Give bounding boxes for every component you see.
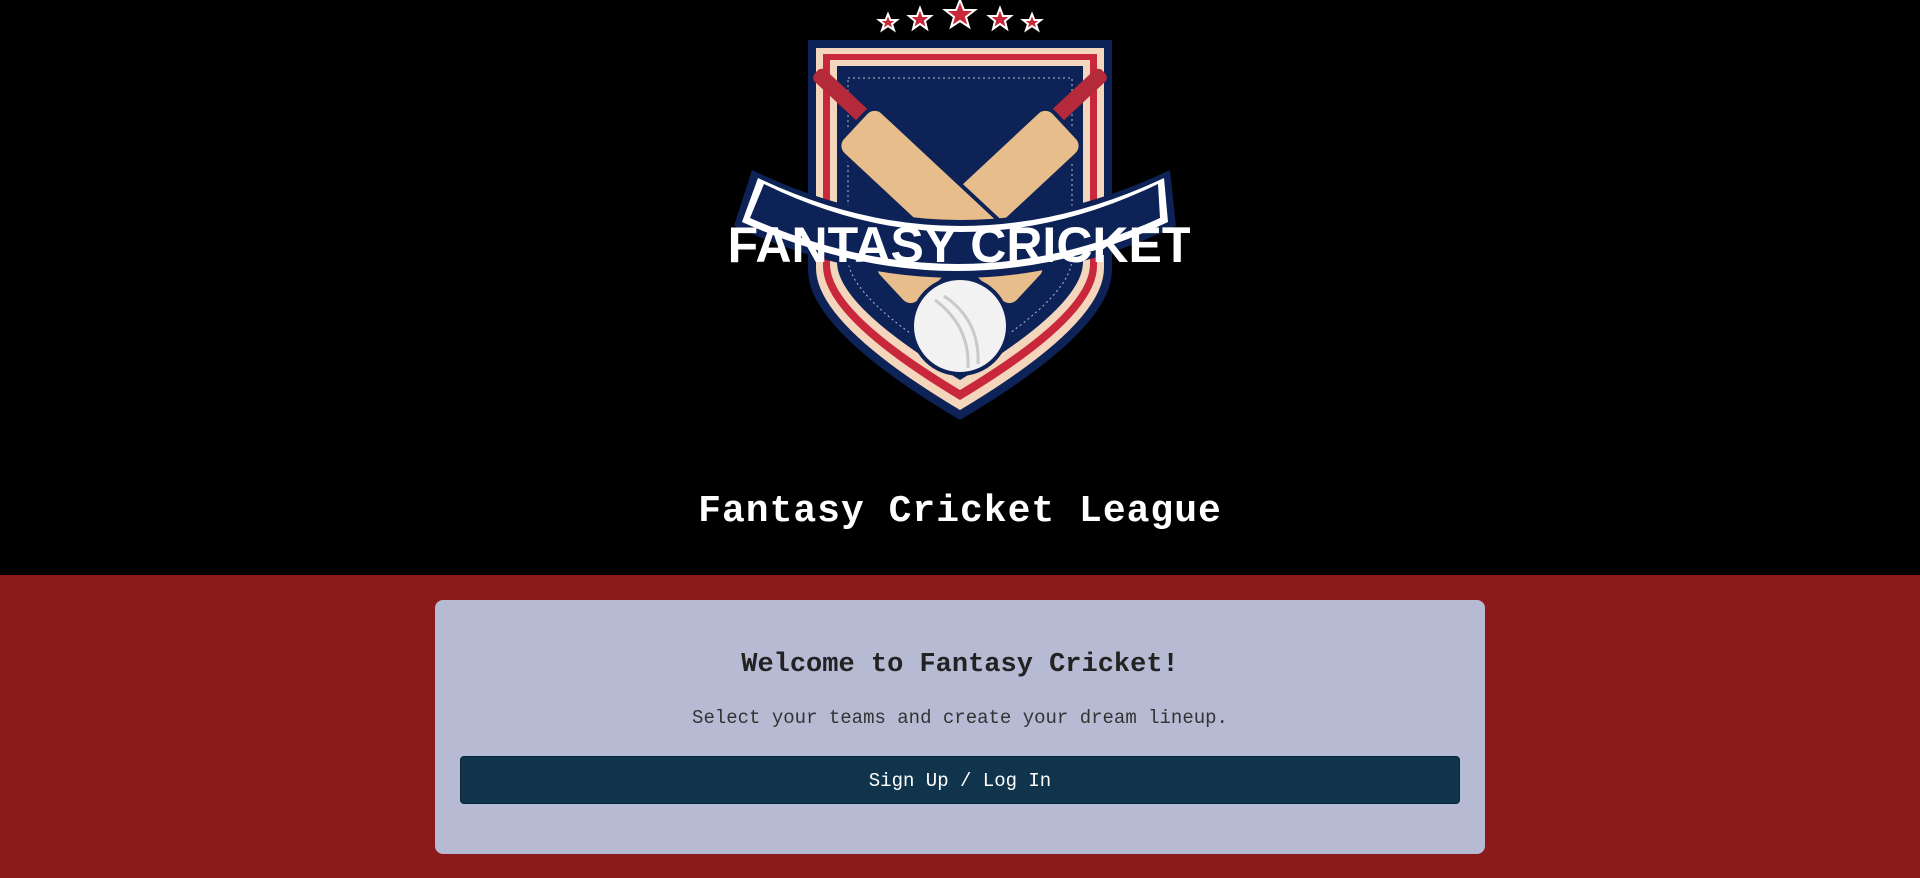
logo-text: FANTASY CRICKET	[730, 217, 1190, 273]
site-title: Fantasy Cricket League	[698, 490, 1222, 533]
welcome-heading: Welcome to Fantasy Cricket!	[741, 650, 1179, 680]
star-icon	[876, 0, 1044, 33]
sign-up-login-button[interactable]: Sign Up / Log In	[460, 756, 1460, 804]
header: FANTASY CRICKET Fantasy Cricket League	[0, 0, 1920, 575]
cricket-ball-icon	[910, 276, 1010, 376]
welcome-subtitle: Select your teams and create your dream …	[692, 707, 1228, 729]
welcome-card: Welcome to Fantasy Cricket! Select your …	[435, 600, 1485, 854]
fantasy-cricket-logo: FANTASY CRICKET	[730, 0, 1190, 420]
